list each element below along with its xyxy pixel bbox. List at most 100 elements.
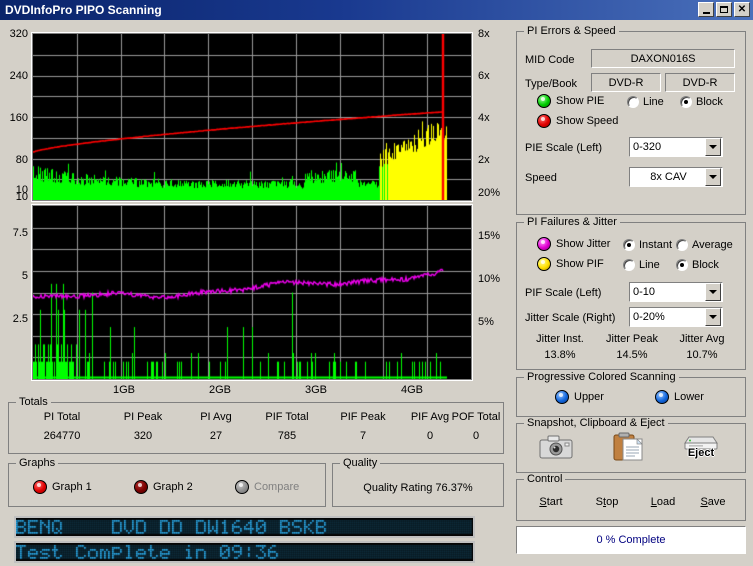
jitter-axis-label-20: 20% xyxy=(478,187,501,199)
jitter-instant-radio[interactable]: Instant xyxy=(623,239,672,251)
pie-speed-canvas xyxy=(33,34,471,200)
pie-scale-select[interactable]: 0-320 xyxy=(629,137,723,157)
jitter-scale-chevron-down-icon[interactable] xyxy=(705,308,721,326)
upper-label: Upper xyxy=(574,391,604,403)
x-axis-label-3gb: 3GB xyxy=(305,384,328,396)
speed-axis-label-2x: 2x xyxy=(478,154,490,166)
jitter-axis-label-10: 10% xyxy=(478,273,501,285)
graph-2-button[interactable]: Graph 2 xyxy=(134,480,193,494)
stop-button[interactable]: Stop xyxy=(583,496,631,508)
maximize-button[interactable] xyxy=(716,2,732,17)
totals-header-pi-avg: PI Avg xyxy=(200,411,232,423)
pi-errors-caption: PI Errors & Speed xyxy=(524,25,619,37)
pif-axis-label-10: 10 xyxy=(15,184,28,196)
pif-block-radio-dot-icon xyxy=(676,259,688,271)
lower-label: Lower xyxy=(674,391,704,403)
minimize-button[interactable] xyxy=(698,2,714,17)
pif-block-label: Block xyxy=(692,259,719,271)
jitter-scale-select[interactable]: 0-20% xyxy=(629,307,723,327)
window-buttons: ✕ xyxy=(698,2,750,17)
pi-failures-caption: PI Failures & Jitter xyxy=(524,216,620,228)
mid-code-label: MID Code xyxy=(525,54,575,66)
jitter-instant-radio-dot-icon xyxy=(623,239,635,251)
pie-block-radio[interactable]: Block xyxy=(680,96,723,108)
progressive-scanning-panel: Progressive Colored Scanning Upper Lower xyxy=(516,371,746,417)
quality-rating-text: Quality Rating 76.37% xyxy=(363,482,473,494)
compare-button: Compare xyxy=(235,480,299,494)
pie-line-radio[interactable]: Line xyxy=(627,96,664,108)
show-jitter-toggle[interactable]: Show Jitter xyxy=(537,237,610,251)
show-pif-toggle[interactable]: Show PIF xyxy=(537,257,604,271)
pie-speed-plot xyxy=(32,33,472,201)
progressive-caption: Progressive Colored Scanning xyxy=(524,371,679,383)
clipboard-button[interactable] xyxy=(612,432,644,462)
pie-axis-label-240: 240 xyxy=(9,70,28,82)
graph-2-led-icon xyxy=(134,480,148,494)
close-button[interactable]: ✕ xyxy=(734,2,750,17)
pie-scale-value: 0-320 xyxy=(633,141,662,153)
snapshot-button[interactable] xyxy=(539,434,573,460)
scan-graphs: 320 240 160 80 10 8x 6x 4x 2x 10 7.5 5 2… xyxy=(0,20,510,396)
quality-caption: Quality xyxy=(340,457,381,469)
totals-value-pi-total: 264770 xyxy=(43,430,81,442)
totals-panel: Totals PI Total PI Peak PI Avg PIF Total… xyxy=(8,396,504,454)
totals-value-pi-peak: 320 xyxy=(133,430,153,442)
show-pie-toggle[interactable]: Show PIE xyxy=(537,94,604,108)
speed-chevron-down-icon[interactable] xyxy=(705,168,721,186)
jitter-avg-label: Jitter Avg xyxy=(679,333,725,345)
speed-select[interactable]: 8x CAV xyxy=(629,167,723,187)
upper-toggle[interactable]: Upper xyxy=(555,390,604,404)
show-speed-toggle[interactable]: Show Speed xyxy=(537,114,618,128)
snapshot-caption: Snapshot, Clipboard & Eject xyxy=(524,417,668,429)
pif-scale-select[interactable]: 0-10 xyxy=(629,282,723,302)
totals-header-pi-total: PI Total xyxy=(43,411,81,423)
lower-led-icon xyxy=(655,390,669,404)
pif-line-radio-dot-icon xyxy=(623,259,635,271)
jitter-scale-label: Jitter Scale (Right) xyxy=(525,312,616,324)
totals-header-pif-peak: PIF Peak xyxy=(340,411,386,423)
jitter-peak-value: 14.5% xyxy=(616,349,648,361)
pie-line-radio-dot-icon xyxy=(627,96,639,108)
pie-scale-chevron-down-icon[interactable] xyxy=(705,138,721,156)
graph-1-button[interactable]: Graph 1 xyxy=(33,480,92,494)
jitter-axis-label-5: 5% xyxy=(478,316,494,328)
save-button[interactable]: Save xyxy=(689,496,737,508)
speed-axis-label-8x: 8x xyxy=(478,28,490,40)
mid-code-value: DAXON016S xyxy=(591,49,735,68)
pif-scale-chevron-down-icon[interactable] xyxy=(705,283,721,301)
pif-jitter-canvas xyxy=(33,206,471,379)
status-canvas xyxy=(16,543,473,561)
pi-failures-jitter-panel: PI Failures & Jitter Show Jitter Instant… xyxy=(516,216,746,370)
totals-value-pif-total: 785 xyxy=(277,430,297,442)
start-label-rest: tart xyxy=(546,496,563,508)
compare-label: Compare xyxy=(254,481,300,493)
eject-button[interactable]: Eject xyxy=(682,434,720,459)
pif-axis-label-2-5: 2.5 xyxy=(12,313,28,325)
pif-line-radio[interactable]: Line xyxy=(623,259,660,271)
speed-value: 8x CAV xyxy=(650,171,687,183)
show-pie-led-icon xyxy=(537,94,551,108)
jitter-inst-value: 13.8% xyxy=(544,349,576,361)
jitter-instant-label: Instant xyxy=(639,239,673,251)
jitter-inst-label: Jitter Inst. xyxy=(536,333,584,345)
graphs-panel: Graphs Graph 1 Graph 2 Compare xyxy=(8,457,326,507)
jitter-axis-label-15: 15% xyxy=(478,230,501,242)
jitter-peak-label: Jitter Peak xyxy=(606,333,658,345)
clipboard-icon xyxy=(613,432,643,461)
client-area: 320 240 160 80 10 8x 6x 4x 2x 10 7.5 5 2… xyxy=(0,20,753,566)
graph-1-led-icon xyxy=(33,480,47,494)
load-button[interactable]: Load xyxy=(639,496,687,508)
pie-line-label: Line xyxy=(643,96,664,108)
jitter-avg-value: 10.7% xyxy=(686,349,718,361)
drive-info-canvas xyxy=(16,518,473,536)
pif-jitter-plot xyxy=(32,205,472,380)
pif-block-radio[interactable]: Block xyxy=(676,259,719,271)
pie-scale-label: PIE Scale (Left) xyxy=(525,142,603,154)
start-button[interactable]: Start xyxy=(527,496,575,508)
lower-toggle[interactable]: Lower xyxy=(655,390,704,404)
jitter-average-radio[interactable]: Average xyxy=(676,239,733,251)
control-panel: Control Start Stop Load Save xyxy=(516,473,746,521)
totals-header-pof-total: POF Total xyxy=(451,411,501,423)
totals-caption: Totals xyxy=(16,396,51,408)
totals-value-pi-avg: 27 xyxy=(209,430,223,442)
